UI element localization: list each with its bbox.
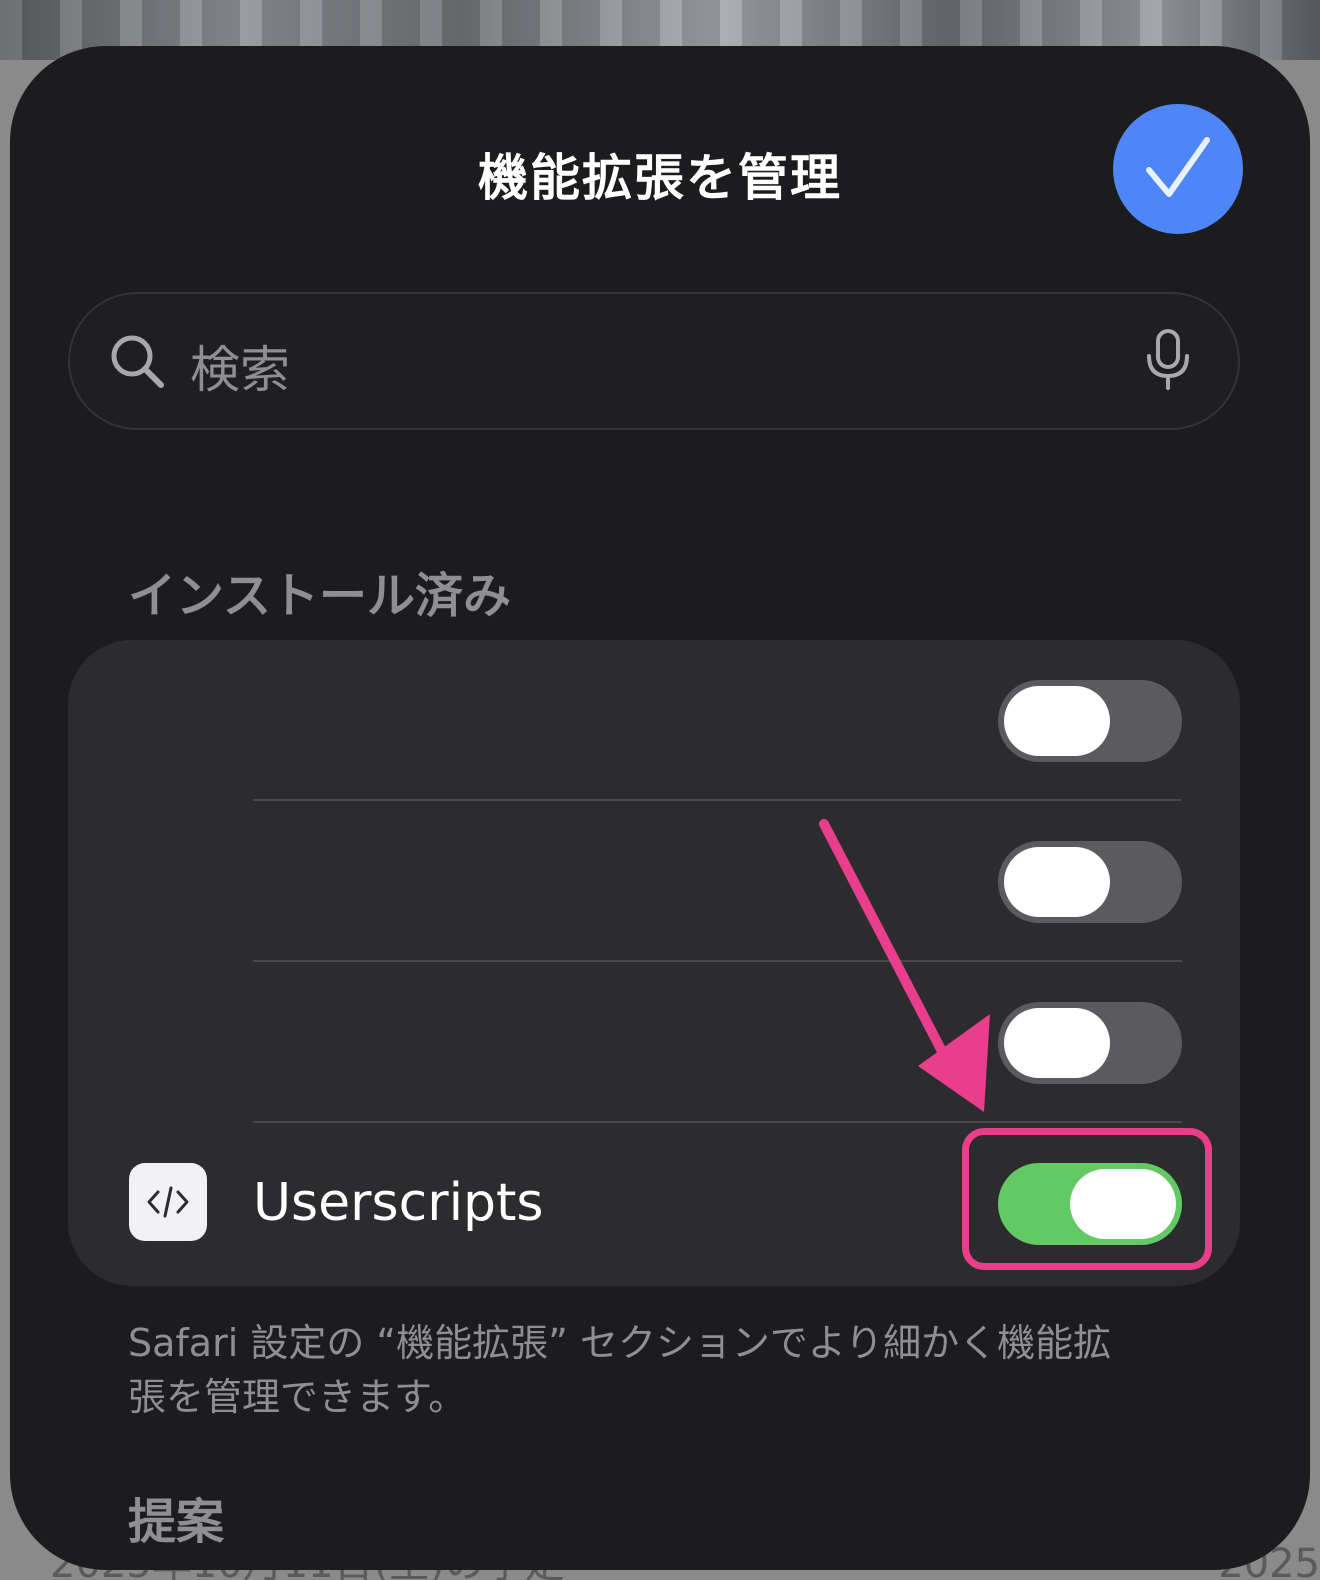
toggle-knob bbox=[1004, 686, 1110, 756]
extension-name: Userscripts bbox=[253, 1173, 544, 1233]
microphone-icon[interactable] bbox=[1144, 328, 1192, 392]
installed-footnote: Safari 設定の “機能拡張” セクションでより細かく機能拡張を管理できます… bbox=[128, 1321, 1112, 1419]
toggle-knob bbox=[1004, 1008, 1110, 1078]
code-icon bbox=[147, 1186, 189, 1218]
toggle-knob bbox=[1004, 847, 1110, 917]
search-icon bbox=[111, 335, 164, 388]
extension-toggle[interactable] bbox=[998, 680, 1182, 762]
search-input[interactable]: 検索 bbox=[190, 330, 290, 402]
list-item bbox=[68, 962, 1240, 1123]
checkmark-icon bbox=[1146, 137, 1210, 197]
list-item bbox=[68, 801, 1240, 962]
manage-extensions-sheet: 機能拡張を管理 検索 インストール済み Userscripts Safari 設… bbox=[10, 46, 1310, 1570]
userscripts-toggle[interactable] bbox=[998, 1163, 1182, 1245]
installed-section-header: インストール済み bbox=[128, 568, 512, 624]
list-item-userscripts: Userscripts bbox=[68, 1123, 1240, 1284]
toggle-knob bbox=[1070, 1169, 1176, 1239]
extension-toggle[interactable] bbox=[998, 841, 1182, 923]
search-field[interactable]: 検索 bbox=[68, 292, 1240, 430]
extension-toggle[interactable] bbox=[998, 1002, 1182, 1084]
suggestions-section-header: 提案 bbox=[128, 1494, 225, 1550]
list-item bbox=[68, 640, 1240, 801]
done-button[interactable] bbox=[1113, 104, 1243, 234]
userscripts-app-icon bbox=[129, 1163, 207, 1241]
installed-extensions-list: Userscripts bbox=[68, 640, 1240, 1286]
